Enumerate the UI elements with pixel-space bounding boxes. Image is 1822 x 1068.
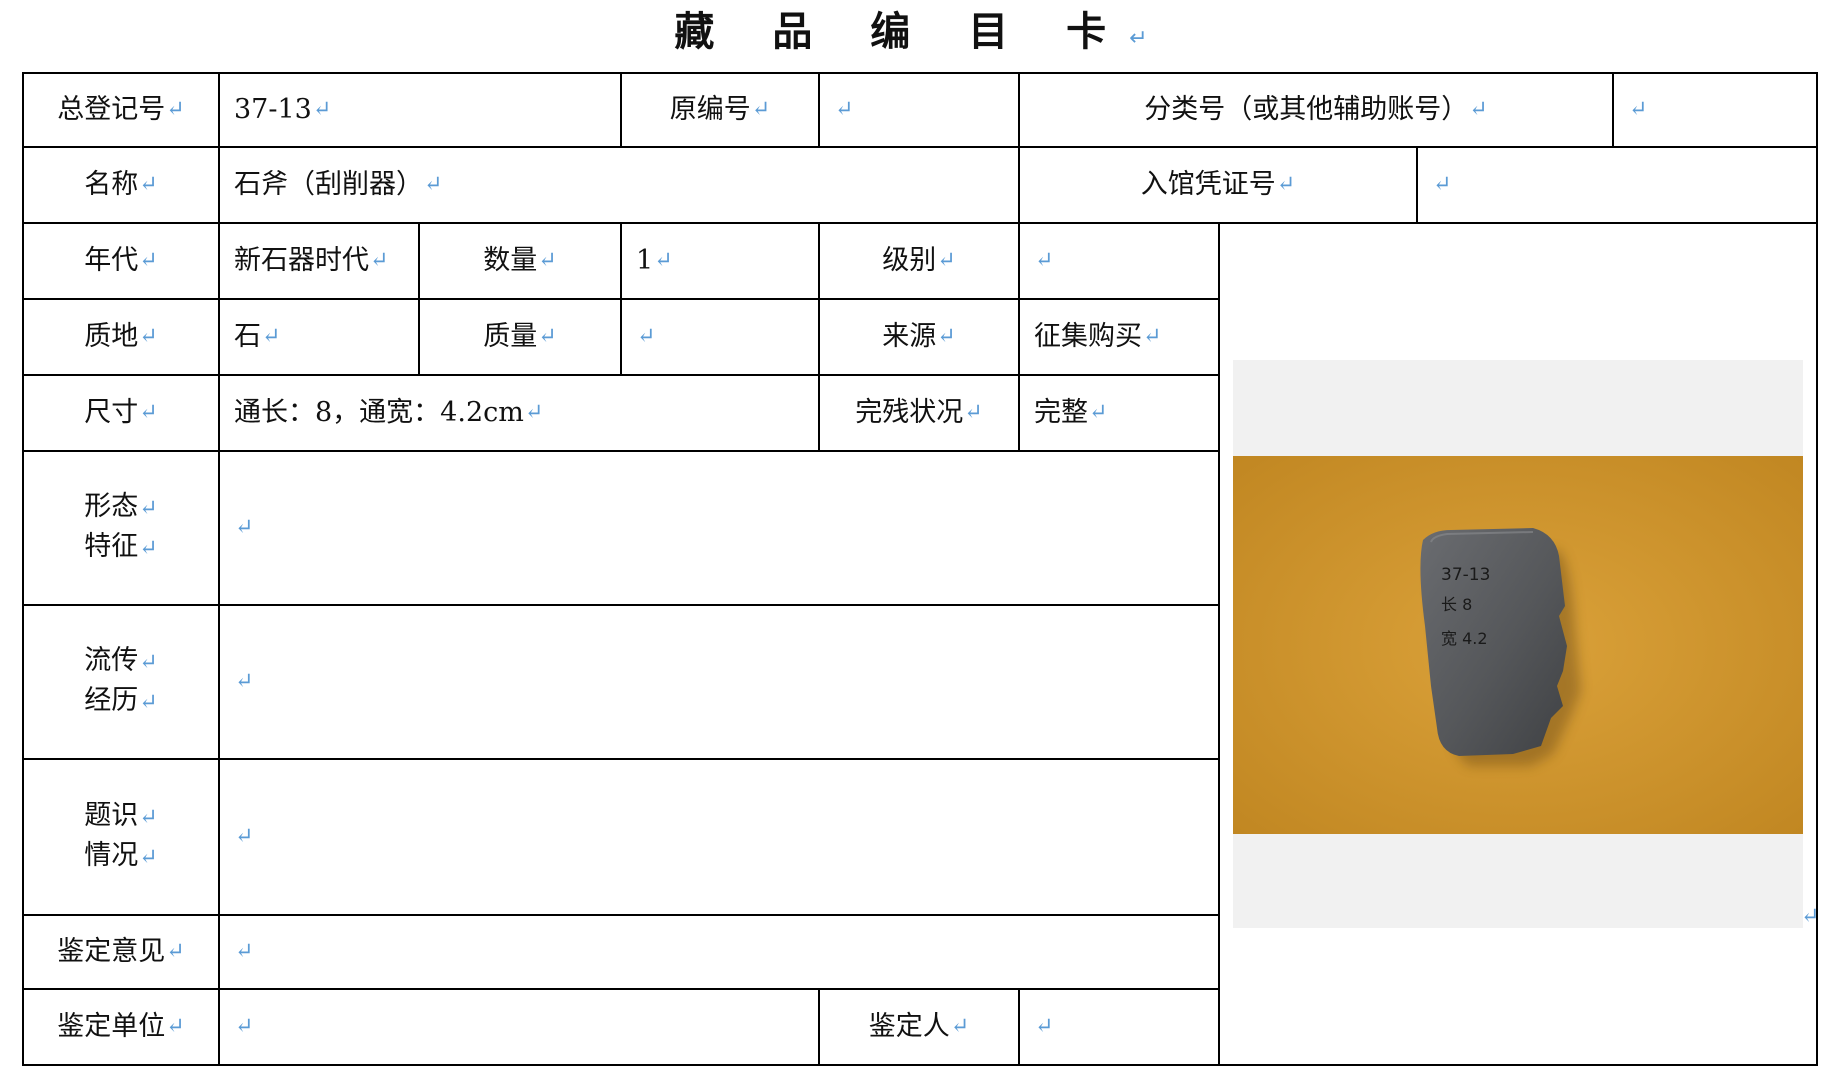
value-appraisal-unit[interactable]: ↵ <box>220 990 818 1064</box>
paragraph-mark: ↵ <box>1801 904 1820 929</box>
handwriting-line-1: 37-13 <box>1441 565 1490 585</box>
artifact-photo: 37-13 长 8 宽 4.2 <box>1233 360 1803 928</box>
label-total-register-no: 总登记号 ↵ <box>57 94 185 125</box>
label-inscriptions: 题识↵ 情况↵ <box>84 800 158 871</box>
label-material: 质地 ↵ <box>84 321 158 352</box>
label-classification-no: 分类号（或其他辅助账号） ↵ <box>1144 94 1488 125</box>
label-era: 年代 ↵ <box>84 245 158 276</box>
value-entry-voucher-no[interactable]: ↵ <box>1418 148 1816 222</box>
value-size[interactable]: 通长：8，通宽：4.2cm ↵ <box>220 376 818 450</box>
label-weight: 质量 ↵ <box>483 321 557 352</box>
value-classification-no[interactable]: ↵ <box>1614 74 1816 146</box>
label-name: 名称 ↵ <box>84 169 158 200</box>
label-condition: 完残状况 ↵ <box>855 397 983 428</box>
value-inscriptions[interactable]: ↵ <box>220 760 1218 914</box>
value-grade[interactable]: ↵ <box>1020 224 1218 298</box>
value-form-features[interactable]: ↵ <box>220 452 1218 604</box>
value-name[interactable]: 石斧（刮削器） ↵ <box>220 148 1018 222</box>
card-title: 藏 品 编 目 卡↵ <box>674 9 1148 55</box>
label-provenance: 流传↵ 经历↵ <box>84 645 158 716</box>
stone-axe-image: 37-13 长 8 宽 4.2 <box>1233 456 1803 834</box>
label-source: 来源 ↵ <box>882 321 956 352</box>
handwriting-line-3: 宽 4.2 <box>1441 629 1488 648</box>
value-condition[interactable]: 完整 ↵ <box>1020 376 1218 450</box>
label-quantity: 数量 ↵ <box>483 245 557 276</box>
value-quantity[interactable]: 1 ↵ <box>622 224 818 298</box>
label-appraisal-opinion: 鉴定意见 ↵ <box>57 936 185 967</box>
value-material[interactable]: 石 ↵ <box>220 300 418 374</box>
handwriting-line-2: 长 8 <box>1441 595 1472 614</box>
value-total-register-no[interactable]: 37-13 ↵ <box>220 74 620 146</box>
label-form-features: 形态↵ 特征↵ <box>84 491 158 562</box>
value-weight[interactable]: ↵ <box>622 300 818 374</box>
value-appraiser[interactable]: ↵ <box>1020 990 1218 1064</box>
value-original-no[interactable]: ↵ <box>820 74 1018 146</box>
value-source[interactable]: 征集购买 ↵ <box>1020 300 1218 374</box>
label-entry-voucher-no: 入馆凭证号 ↵ <box>1140 169 1296 200</box>
value-era[interactable]: 新石器时代 ↵ <box>220 224 418 298</box>
label-appraisal-unit: 鉴定单位 ↵ <box>57 1011 185 1042</box>
label-grade: 级别 ↵ <box>882 245 956 276</box>
value-provenance[interactable]: ↵ <box>220 606 1218 758</box>
value-appraisal-opinion[interactable]: ↵ <box>220 916 1218 988</box>
label-original-no: 原编号 ↵ <box>669 94 771 125</box>
label-size: 尺寸 ↵ <box>84 397 158 428</box>
label-appraiser: 鉴定人 ↵ <box>868 1011 970 1042</box>
